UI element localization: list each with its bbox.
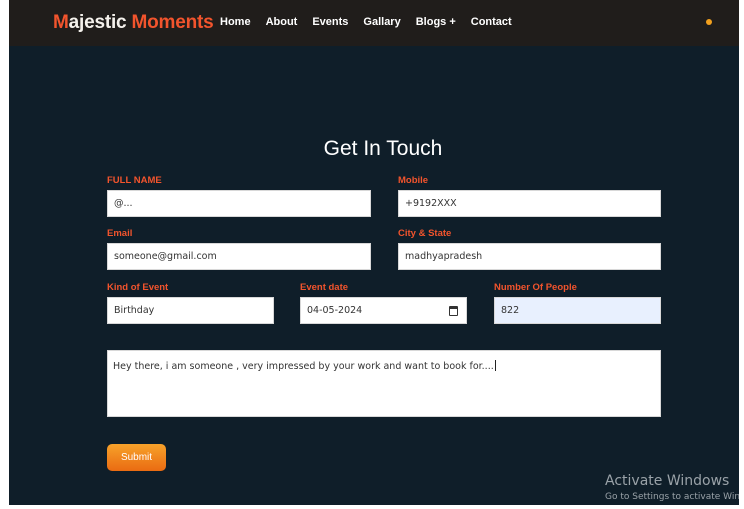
kind-of-event-input[interactable]: Birthday [107,297,274,324]
number-of-people-label: Number Of People [494,282,577,293]
text-cursor [494,360,496,371]
nav-menu: Home About Events Gallary Blogs + Contac… [220,16,527,28]
brand-word-moments: Moments [131,12,214,33]
number-of-people-input[interactable]: 822 [494,297,661,324]
full-name-label: FULL NAME [107,175,162,186]
nav-blogs[interactable]: Blogs + [416,16,456,28]
nav-events[interactable]: Events [312,16,348,28]
activate-windows-watermark: Activate Windows Go to Settings to activ… [605,473,739,502]
nav-home[interactable]: Home [220,16,251,28]
form-title: Get In Touch [323,137,443,160]
mobile-input[interactable]: +9192XXX [398,190,661,217]
brand-initial: M [53,12,69,33]
kind-of-event-label: Kind of Event [107,282,169,293]
activate-windows-subtitle: Go to Settings to activate Windows. [605,492,739,502]
city-state-input[interactable]: madhyapradesh [398,243,661,270]
nav-about[interactable]: About [266,16,298,28]
message-text: Hey there, i am someone , very impressed… [113,361,494,372]
navbar: Majestic Moments Home About Events Galla… [9,0,739,46]
nav-contact[interactable]: Contact [471,16,512,28]
email-label: Email [107,228,133,239]
event-date-input[interactable]: 04-05-2024 [300,297,467,324]
event-date-value: 04-05-2024 [307,305,363,316]
full-name-input[interactable]: @... [107,190,371,217]
brand-logo[interactable]: Majestic Moments [53,12,214,34]
email-input[interactable]: someone@gmail.com [107,243,371,270]
brand-word-majestic: ajestic [68,12,132,33]
message-textarea[interactable]: Hey there, i am someone , very impressed… [107,350,661,417]
event-date-label: Event date [300,282,349,293]
city-state-label: City & State [398,228,452,239]
page: Majestic Moments Home About Events Galla… [9,0,739,505]
nav-gallary[interactable]: Gallary [363,16,400,28]
submit-button[interactable]: Submit [107,444,166,471]
mobile-label: Mobile [398,175,429,186]
activate-windows-title: Activate Windows [605,473,730,489]
theme-dot-icon[interactable] [706,19,712,25]
calendar-icon[interactable] [449,306,458,316]
